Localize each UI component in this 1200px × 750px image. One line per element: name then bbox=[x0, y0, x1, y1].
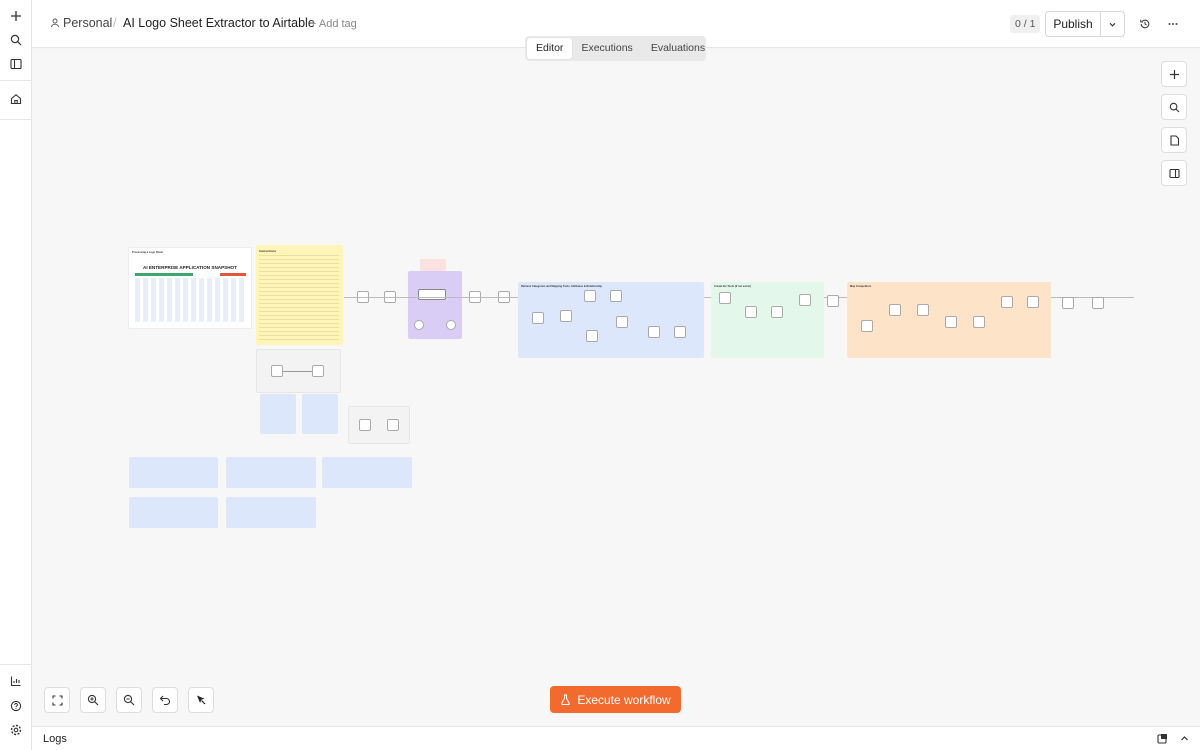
logs-panel-bar[interactable]: Logs bbox=[32, 726, 1200, 750]
sticky-header-create-tools: Create the Tools (if not exists) bbox=[714, 285, 751, 288]
info-sticky-1[interactable] bbox=[129, 457, 218, 488]
add-tag-button[interactable]: + Add tag bbox=[310, 18, 357, 30]
execute-workflow-label: Execute workflow bbox=[577, 692, 671, 707]
chevron-up-icon[interactable] bbox=[1179, 733, 1190, 747]
zoom-in-button[interactable] bbox=[80, 687, 106, 713]
logs-label: Logs bbox=[43, 733, 67, 745]
zoom-out-icon bbox=[123, 694, 135, 706]
instructions-sticky[interactable]: Instructions bbox=[256, 245, 343, 345]
add-node-button[interactable] bbox=[1161, 61, 1187, 87]
select-tool-button[interactable] bbox=[188, 687, 214, 713]
version-counter: 0 / 1 bbox=[1010, 15, 1041, 33]
sticky-header-competitors: Map Competitors bbox=[850, 285, 872, 288]
publish-dropdown-button[interactable] bbox=[1101, 12, 1124, 36]
zoom-out-button[interactable] bbox=[116, 687, 142, 713]
search-nodes-button[interactable] bbox=[1161, 94, 1187, 120]
undo-icon bbox=[159, 695, 170, 706]
breadcrumb-separator: / bbox=[113, 15, 117, 30]
left-rail bbox=[0, 0, 32, 750]
undo-button[interactable] bbox=[152, 687, 178, 713]
workflow-node[interactable] bbox=[1092, 297, 1104, 309]
view-tabs: Editor Executions Evaluations bbox=[525, 36, 706, 61]
info-sticky-2[interactable] bbox=[226, 457, 316, 488]
warning-sticky[interactable] bbox=[420, 259, 446, 271]
zoom-in-icon bbox=[87, 694, 99, 706]
categories-sticky[interactable]: Retrieve Categories and Mapping Tools, A… bbox=[518, 282, 704, 358]
tools-sticky[interactable] bbox=[260, 394, 296, 434]
execute-workflow-button[interactable]: Execute workflow bbox=[550, 686, 681, 713]
search-icon bbox=[1169, 102, 1179, 112]
user-icon bbox=[50, 18, 60, 28]
add-sticky-button[interactable] bbox=[1161, 127, 1187, 153]
breadcrumb-personal-label: Personal bbox=[63, 16, 113, 30]
workflow-canvas[interactable]: Processing a Logo Sheet AI ENTERPRISE AP… bbox=[32, 49, 1200, 726]
flask-icon bbox=[561, 694, 571, 705]
sticky-header-snapshot: AI ENTERPRISE APPLICATION SNAPSHOT bbox=[143, 265, 237, 270]
sidebar-toggle-icon[interactable] bbox=[5, 53, 27, 75]
publish-button[interactable]: Publish bbox=[1046, 12, 1101, 36]
publish-button-group: Publish bbox=[1045, 11, 1125, 37]
chevron-down-icon bbox=[1109, 22, 1116, 27]
sticky-header-categories: Retrieve Categories and Mapping Tools, A… bbox=[521, 285, 602, 288]
workflow-title[interactable]: AI Logo Sheet Extractor to Airtable bbox=[123, 16, 315, 30]
help-icon[interactable] bbox=[5, 695, 27, 717]
history-icon[interactable] bbox=[1136, 15, 1154, 33]
ai-agent-sticky[interactable] bbox=[408, 271, 462, 339]
workflow-node[interactable] bbox=[827, 295, 839, 307]
insights-icon[interactable] bbox=[5, 670, 27, 692]
settings-icon[interactable] bbox=[5, 719, 27, 741]
tab-editor[interactable]: Editor bbox=[527, 38, 573, 59]
more-options-icon[interactable] bbox=[1164, 15, 1182, 33]
sticky-header-instructions: Instructions bbox=[259, 249, 277, 253]
fit-view-icon bbox=[51, 694, 63, 706]
plus-icon bbox=[1169, 69, 1179, 79]
map-competitors-sticky[interactable]: Map Competitors bbox=[847, 282, 1051, 358]
workflow-node[interactable] bbox=[1062, 297, 1074, 309]
attributes-sticky[interactable] bbox=[302, 394, 338, 434]
workflow-note[interactable] bbox=[256, 349, 341, 393]
info-sticky-4[interactable] bbox=[129, 497, 218, 528]
search-icon[interactable] bbox=[5, 29, 27, 51]
plus-icon[interactable] bbox=[5, 5, 27, 27]
cursor-icon bbox=[197, 695, 206, 705]
chapter-sticky[interactable] bbox=[348, 406, 410, 444]
tab-evaluations[interactable]: Evaluations bbox=[642, 38, 714, 59]
home-icon[interactable] bbox=[5, 88, 27, 110]
fit-view-button[interactable] bbox=[44, 687, 70, 713]
info-sticky-5[interactable] bbox=[226, 497, 316, 528]
toggle-panel-button[interactable] bbox=[1161, 160, 1187, 186]
sticky-note-icon bbox=[1169, 134, 1179, 146]
panel-icon bbox=[1168, 168, 1180, 178]
create-tools-sticky[interactable]: Create the Tools (if not exists) bbox=[711, 282, 824, 358]
tab-executions[interactable]: Executions bbox=[572, 38, 641, 59]
pop-out-icon[interactable] bbox=[1157, 733, 1168, 747]
breadcrumb-personal[interactable]: Personal bbox=[50, 16, 112, 30]
logo-sheet-sticky[interactable]: Processing a Logo Sheet AI ENTERPRISE AP… bbox=[128, 247, 252, 329]
info-sticky-3[interactable] bbox=[322, 457, 412, 488]
